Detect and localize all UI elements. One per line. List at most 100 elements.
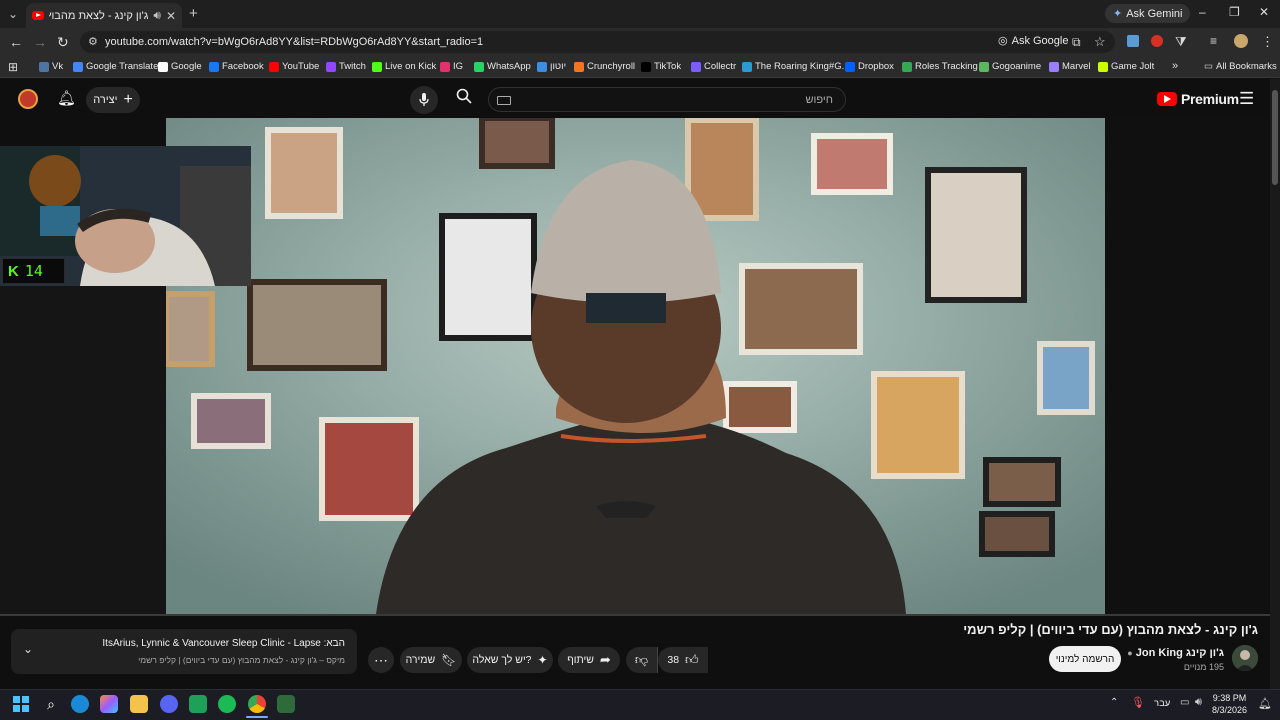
bookmark-item[interactable]: Roles Tracking [902, 61, 978, 72]
site-info-icon[interactable]: ⚙ [88, 35, 98, 48]
notifications-bell-icon[interactable]: 🔔︎ [57, 89, 76, 107]
bookmark-item[interactable]: YouTube [269, 61, 319, 72]
bookmark-item[interactable]: Marvel [1049, 61, 1091, 72]
bookmark-item[interactable]: Vk [39, 61, 63, 72]
forward-icon[interactable]: → [33, 34, 47, 50]
video-player[interactable] [166, 118, 1105, 614]
discord-icon[interactable] [160, 695, 178, 713]
bookmark-item[interactable]: Collectr [691, 61, 736, 72]
bookmark-item[interactable]: IG [440, 61, 463, 72]
tab-search-icon[interactable]: ⌄ [8, 7, 18, 21]
channel-avatar[interactable] [1232, 645, 1258, 671]
bookmark-item[interactable]: Google [158, 61, 202, 72]
playlist-queue-bar[interactable]: ⌄ הבא: ItsArius, Lynnic & Vancouver Slee… [11, 629, 357, 674]
bookmark-label: Marvel [1062, 61, 1091, 72]
file-explorer-icon[interactable] [130, 695, 148, 713]
bookmark-star-icon[interactable]: ☆ [1094, 34, 1106, 50]
ask-gemini-button[interactable]: ✦ Ask Gemini [1105, 4, 1191, 23]
bookmark-item[interactable]: TikTok [641, 61, 681, 72]
profile-avatar[interactable] [1234, 34, 1248, 48]
taskbar-search-icon[interactable]: ⌕ [42, 695, 60, 713]
search-button[interactable] [456, 88, 472, 109]
tray-mic-icon[interactable]: 🎙︎ [1131, 696, 1145, 709]
notification-center-icon[interactable]: 🔔︎ [1258, 697, 1272, 710]
minimize-icon[interactable]: – [1199, 5, 1206, 19]
url-text[interactable]: youtube.com/watch?v=bWgO6rAd8YY&list=RDb… [105, 36, 483, 48]
voice-search-button[interactable] [410, 86, 438, 114]
chevron-down-icon[interactable]: ⌄ [23, 642, 33, 656]
bookmark-label: IG [453, 61, 464, 72]
reload-icon[interactable]: ↻ [57, 34, 69, 51]
logo-text: Premium [1181, 91, 1239, 107]
bookmark-item[interactable]: Google Translate [73, 61, 158, 72]
bookmark-label: Facebook [222, 61, 264, 72]
bookmark-label: Vk [52, 61, 64, 72]
bookmark-item[interactable]: יוטון [537, 61, 566, 72]
create-button[interactable]: יצירה + [86, 87, 140, 113]
more-actions-button[interactable]: ⋯ [368, 647, 394, 673]
ask-google-button[interactable]: ◎ Ask Google [998, 34, 1068, 48]
system-clock[interactable]: 9:38 PM 8/3/2026 [1212, 692, 1247, 716]
bookmark-item[interactable]: WhatsApp [474, 61, 531, 72]
app-green-icon[interactable] [189, 695, 207, 713]
search-input[interactable]: חיפוש [488, 87, 846, 112]
window-close-icon[interactable]: ✕ [1259, 5, 1269, 19]
extensions-puzzle-icon[interactable]: ⧩ [1175, 34, 1187, 50]
scrollbar-thumb[interactable] [1272, 90, 1278, 185]
bookmark-item[interactable]: Gogoanime [979, 61, 1041, 72]
spotify-icon[interactable] [218, 695, 236, 713]
extension-2-icon[interactable] [1151, 35, 1163, 47]
ask-button[interactable]: יש לך שאלה? ✦ [467, 647, 553, 673]
all-bookmarks-folder[interactable]: ▭ All Bookmarks [1204, 61, 1277, 72]
tray-overflow-icon[interactable]: ⌃ [1110, 697, 1118, 708]
edge-icon[interactable] [71, 695, 89, 713]
install-app-icon[interactable]: ⧉ [1072, 35, 1081, 50]
hamburger-menu-icon[interactable]: ☰ [1239, 89, 1254, 109]
copilot-icon[interactable] [100, 695, 118, 713]
subscriber-count: 195 מנויים [1183, 662, 1224, 672]
bookmark-item[interactable]: Dropbox [845, 61, 894, 72]
bookmark-item[interactable]: Facebook [209, 61, 264, 72]
bookmark-item[interactable]: Live on Kick [372, 61, 436, 72]
video-progress-track[interactable] [0, 614, 1270, 616]
extension-1-icon[interactable] [1127, 35, 1139, 47]
youtube-premium-logo[interactable]: Premium [1157, 91, 1239, 107]
app-document-icon[interactable] [277, 695, 295, 713]
sparkle-icon: ✦ [537, 653, 548, 667]
back-icon[interactable]: ← [9, 34, 23, 50]
restore-icon[interactable]: ❐ [1229, 5, 1240, 19]
bookmark-label: Crunchyroll [587, 61, 636, 72]
channel-name[interactable]: ג'ון קינג Jon King ● [1127, 647, 1224, 659]
apps-grid-icon[interactable]: ⊞ [8, 60, 18, 74]
network-icon[interactable]: ▭ [1180, 697, 1189, 708]
share-button[interactable]: שיתוף ➦ [558, 647, 620, 673]
bookmark-item[interactable]: Game Jolt [1098, 61, 1154, 72]
bookmark-favicon-icon [537, 61, 547, 72]
account-avatar[interactable] [18, 89, 38, 109]
video-title: ג'ון קינג - לצאת מהבוץ (עם עדי ביווים) |… [963, 622, 1258, 637]
bookmark-item[interactable]: Crunchyroll [574, 61, 635, 72]
more-bookmarks-icon[interactable]: » [1172, 60, 1178, 72]
windows-start-icon[interactable] [12, 695, 30, 713]
youtube-favicon-icon [32, 11, 44, 20]
browser-menu-icon[interactable]: ⋮ [1261, 34, 1274, 50]
dislike-button[interactable]: 👎︎ [626, 647, 658, 673]
like-button[interactable]: 38 👍︎ [658, 647, 708, 673]
input-language[interactable]: עבר [1154, 698, 1170, 709]
verified-icon: ● [1127, 648, 1133, 658]
browser-tab-active[interactable]: ג'ון קינג - לצאת מהבוץ (עם 🔊︎ ✕ [26, 3, 182, 28]
tab-close-icon[interactable]: ✕ [166, 9, 176, 23]
subscribe-button[interactable]: הרשמה למינוי [1049, 646, 1121, 672]
bookmark-label: Twitch [339, 61, 366, 72]
save-button[interactable]: שמירה 🔖︎ [400, 647, 462, 673]
keyboard-icon[interactable] [497, 96, 511, 105]
share-arrow-icon: ➦ [599, 652, 611, 667]
new-tab-icon[interactable]: + [189, 5, 198, 22]
thumbs-up-icon: 👍︎ [685, 652, 699, 667]
volume-icon[interactable]: 🔊︎ [1195, 696, 1202, 709]
media-controls-icon[interactable]: ≡ [1210, 34, 1217, 48]
bookmark-item[interactable]: Twitch [326, 61, 366, 72]
bookmark-item[interactable]: The Roaring King#G... [742, 61, 850, 72]
audio-playing-icon[interactable]: 🔊︎ [153, 8, 161, 23]
chrome-icon[interactable] [248, 695, 266, 713]
